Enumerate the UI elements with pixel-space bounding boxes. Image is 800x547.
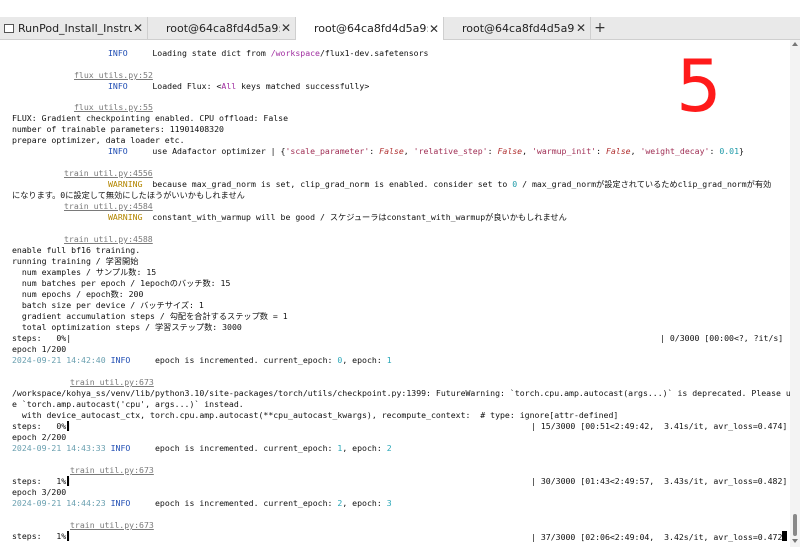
- progress-steps-status: | 0/3000 [00:00<?, ?it/s]: [660, 333, 784, 343]
- tab-terminal-1[interactable]: root@64ca8fd4d5a9: /works| ✕: [148, 17, 296, 73]
- log-line: WARNING because max_grad_norm is set, cl…: [108, 179, 772, 189]
- log-line: WARNING constant_with_warmup will be goo…: [108, 212, 567, 222]
- tab-runpod-instructions[interactable]: RunPod_Install_Instructions.t ✕: [0, 17, 148, 39]
- log-line: epoch 1/200: [12, 344, 67, 354]
- source-ref: train_util.py:673: [70, 465, 154, 475]
- source-ref: flux_utils.py:55: [74, 102, 153, 112]
- log-line: num epochs / epoch数: 200: [12, 289, 144, 299]
- progress-steps-label: steps: 0%|: [12, 333, 72, 343]
- progress-steps-label: steps: 0%|: [12, 421, 72, 431]
- new-tab-button[interactable]: +: [591, 17, 609, 39]
- close-icon[interactable]: ✕: [132, 21, 144, 35]
- log-line: enable full bf16 training.: [12, 245, 141, 255]
- progress-steps-label: steps: 1%|: [12, 476, 72, 486]
- log-line: e `torch.amp.autocast('cpu', args...)` i…: [12, 399, 244, 409]
- log-line: 2024-09-21 14:43:33 INFO epoch is increm…: [12, 443, 392, 453]
- log-line: epoch 3/200: [12, 487, 67, 497]
- log-line: number of trainable parameters: 11901408…: [12, 124, 224, 134]
- source-ref: train_util.py:4588: [64, 234, 153, 244]
- progress-steps-status: | 15/3000 [00:51<2:49:42, 3.41s/it, avr_…: [531, 421, 788, 431]
- terminal-cursor: [782, 531, 788, 541]
- log-line: 2024-09-21 14:44:23 INFO epoch is increm…: [12, 498, 392, 508]
- tab-terminal-2[interactable]: root@64ca8fd4d5a9: /works| ✕: [296, 17, 444, 73]
- scroll-down-icon[interactable]: [792, 539, 798, 543]
- source-ref: train_util.py:4584: [64, 201, 153, 211]
- log-line: epoch 2/200: [12, 432, 67, 442]
- log-line: 2024-09-21 14:42:40 INFO epoch is increm…: [12, 355, 392, 365]
- log-line: INFO Loading state dict from /workspace/…: [108, 48, 429, 58]
- log-line: batch size per device / バッチサイズ: 1: [12, 300, 204, 310]
- close-icon[interactable]: ✕: [428, 22, 440, 36]
- source-ref: flux_utils.py:52: [74, 70, 153, 80]
- log-line: total optimization steps / 学習ステップ数: 3000: [12, 322, 242, 332]
- log-line: with device_autocast_ctx, torch.cpu.amp.…: [12, 410, 619, 420]
- progress-steps-label: steps: 1%|: [12, 531, 72, 541]
- progress-steps-status: | 30/3000 [01:43<2:49:57, 3.43s/it, avr_…: [531, 476, 788, 486]
- source-ref: train_util.py:4556: [64, 168, 153, 178]
- source-ref: train_util.py:673: [70, 520, 154, 530]
- document-icon: [4, 23, 14, 33]
- terminal-output[interactable]: INFO Loading state dict from /workspace/…: [0, 40, 790, 547]
- close-icon[interactable]: ✕: [280, 21, 292, 35]
- tab-bar: RunPod_Install_Instructions.t ✕ root@64c…: [0, 17, 800, 73]
- log-line: gradient accumulation steps / 勾配を合計するステッ…: [12, 311, 288, 321]
- scrollbar-thumb[interactable]: [793, 514, 797, 536]
- tab-label: root@64ca8fd4d5a9: /works|: [462, 21, 575, 35]
- close-icon[interactable]: ✕: [575, 21, 587, 35]
- log-line: running training / 学習開始: [12, 256, 139, 266]
- log-line: INFO Loaded Flux: <All keys matched succ…: [108, 81, 370, 91]
- tab-terminal-3[interactable]: root@64ca8fd4d5a9: /works| ✕: [444, 17, 591, 73]
- tab-label: root@64ca8fd4d5a9: /works|: [166, 21, 280, 35]
- tab-label: root@64ca8fd4d5a9: /works|: [314, 22, 428, 35]
- progress-fill: [67, 476, 69, 486]
- log-line: /workspace/kohya_ss/venv/lib/python3.10/…: [12, 388, 790, 398]
- progress-steps-status: | 37/3000 [02:06<2:49:04, 3.42s/it, avr_…: [531, 531, 788, 543]
- scrollbar[interactable]: [790, 40, 800, 547]
- log-line: FLUX: Gradient checkpointing enabled. CP…: [12, 113, 289, 123]
- scroll-up-icon[interactable]: [792, 42, 798, 46]
- log-line: prepare optimizer, data loader etc.: [12, 135, 185, 145]
- tab-label: RunPod_Install_Instructions.t: [18, 21, 132, 35]
- log-line: になります。0に設定して無効にしたほうがいいかもしれません: [12, 190, 245, 200]
- log-line: INFO use Adafactor optimizer | {'scale_p…: [108, 146, 744, 156]
- progress-fill: [67, 531, 69, 541]
- progress-fill: [67, 421, 69, 431]
- source-ref: train_util.py:673: [70, 377, 154, 387]
- annotation-number: 5: [676, 44, 722, 128]
- log-line: num batches per epoch / 1epochのバッチ数: 15: [12, 278, 231, 288]
- log-line: num examples / サンプル数: 15: [12, 267, 157, 277]
